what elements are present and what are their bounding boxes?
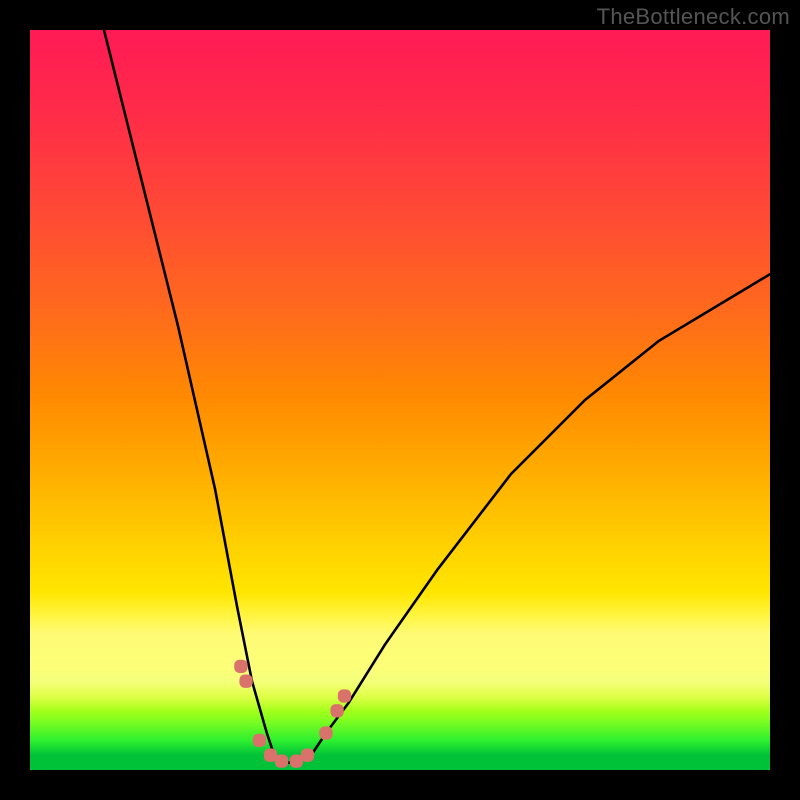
chart-frame: TheBottleneck.com [0, 0, 800, 800]
chart-svg [30, 30, 770, 770]
marker-dot [239, 675, 252, 688]
marker-dot [330, 704, 343, 717]
marker-dot [319, 726, 332, 739]
marker-dot [275, 754, 288, 767]
marker-dot [253, 734, 266, 747]
marker-dot [301, 749, 314, 762]
plot-area [30, 30, 770, 770]
watermark: TheBottleneck.com [597, 4, 790, 30]
marker-dot [234, 660, 247, 673]
marker-dot [338, 689, 351, 702]
bottleneck-curve [104, 30, 770, 763]
